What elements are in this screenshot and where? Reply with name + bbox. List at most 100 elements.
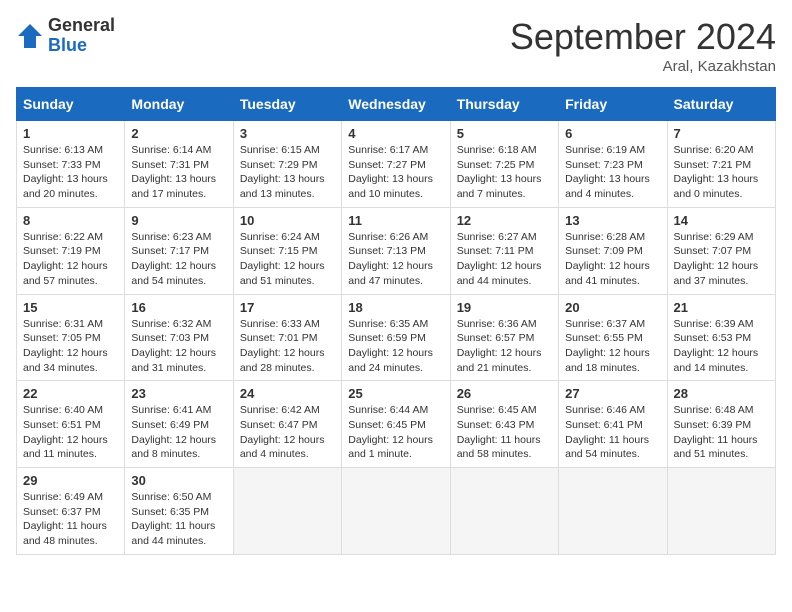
col-wednesday: Wednesday [342,88,450,121]
day-number: 14 [674,213,769,228]
day-number: 17 [240,300,335,315]
day-detail: Sunrise: 6:40 AM Sunset: 6:51 PM Dayligh… [23,403,118,462]
day-number: 11 [348,213,443,228]
table-row: 24 Sunrise: 6:42 AM Sunset: 6:47 PM Dayl… [233,381,341,468]
day-detail: Sunrise: 6:24 AM Sunset: 7:15 PM Dayligh… [240,230,335,289]
table-row: 17 Sunrise: 6:33 AM Sunset: 7:01 PM Dayl… [233,294,341,381]
day-detail: Sunrise: 6:37 AM Sunset: 6:55 PM Dayligh… [565,317,660,376]
table-row: 7 Sunrise: 6:20 AM Sunset: 7:21 PM Dayli… [667,121,775,208]
day-number: 6 [565,126,660,141]
table-row [559,468,667,555]
col-saturday: Saturday [667,88,775,121]
calendar-week-row: 1 Sunrise: 6:13 AM Sunset: 7:33 PM Dayli… [17,121,776,208]
day-number: 20 [565,300,660,315]
day-detail: Sunrise: 6:50 AM Sunset: 6:35 PM Dayligh… [131,490,226,549]
table-row: 27 Sunrise: 6:46 AM Sunset: 6:41 PM Dayl… [559,381,667,468]
logo: General Blue [16,16,115,56]
day-detail: Sunrise: 6:19 AM Sunset: 7:23 PM Dayligh… [565,143,660,202]
day-detail: Sunrise: 6:17 AM Sunset: 7:27 PM Dayligh… [348,143,443,202]
table-row: 22 Sunrise: 6:40 AM Sunset: 6:51 PM Dayl… [17,381,125,468]
month-title: September 2024 [510,16,776,58]
day-number: 27 [565,386,660,401]
calendar-week-row: 22 Sunrise: 6:40 AM Sunset: 6:51 PM Dayl… [17,381,776,468]
day-detail: Sunrise: 6:13 AM Sunset: 7:33 PM Dayligh… [23,143,118,202]
logo-general-text: General [48,15,115,35]
table-row: 4 Sunrise: 6:17 AM Sunset: 7:27 PM Dayli… [342,121,450,208]
col-friday: Friday [559,88,667,121]
table-row: 9 Sunrise: 6:23 AM Sunset: 7:17 PM Dayli… [125,207,233,294]
location-text: Aral, Kazakhstan [510,58,776,75]
day-detail: Sunrise: 6:45 AM Sunset: 6:43 PM Dayligh… [457,403,552,462]
calendar-week-row: 8 Sunrise: 6:22 AM Sunset: 7:19 PM Dayli… [17,207,776,294]
title-block: September 2024 Aral, Kazakhstan [510,16,776,75]
table-row: 20 Sunrise: 6:37 AM Sunset: 6:55 PM Dayl… [559,294,667,381]
day-number: 24 [240,386,335,401]
table-row [233,468,341,555]
day-detail: Sunrise: 6:33 AM Sunset: 7:01 PM Dayligh… [240,317,335,376]
day-detail: Sunrise: 6:26 AM Sunset: 7:13 PM Dayligh… [348,230,443,289]
day-number: 7 [674,126,769,141]
day-detail: Sunrise: 6:32 AM Sunset: 7:03 PM Dayligh… [131,317,226,376]
table-row: 29 Sunrise: 6:49 AM Sunset: 6:37 PM Dayl… [17,468,125,555]
day-number: 30 [131,473,226,488]
day-detail: Sunrise: 6:27 AM Sunset: 7:11 PM Dayligh… [457,230,552,289]
table-row: 1 Sunrise: 6:13 AM Sunset: 7:33 PM Dayli… [17,121,125,208]
table-row: 11 Sunrise: 6:26 AM Sunset: 7:13 PM Dayl… [342,207,450,294]
day-number: 15 [23,300,118,315]
day-detail: Sunrise: 6:49 AM Sunset: 6:37 PM Dayligh… [23,490,118,549]
table-row: 18 Sunrise: 6:35 AM Sunset: 6:59 PM Dayl… [342,294,450,381]
page-header: General Blue September 2024 Aral, Kazakh… [16,16,776,75]
day-detail: Sunrise: 6:23 AM Sunset: 7:17 PM Dayligh… [131,230,226,289]
day-number: 8 [23,213,118,228]
logo-blue-text: Blue [48,35,87,55]
day-number: 23 [131,386,226,401]
table-row: 8 Sunrise: 6:22 AM Sunset: 7:19 PM Dayli… [17,207,125,294]
table-row [667,468,775,555]
day-detail: Sunrise: 6:44 AM Sunset: 6:45 PM Dayligh… [348,403,443,462]
day-number: 29 [23,473,118,488]
day-number: 4 [348,126,443,141]
table-row: 30 Sunrise: 6:50 AM Sunset: 6:35 PM Dayl… [125,468,233,555]
col-monday: Monday [125,88,233,121]
day-detail: Sunrise: 6:20 AM Sunset: 7:21 PM Dayligh… [674,143,769,202]
day-detail: Sunrise: 6:39 AM Sunset: 6:53 PM Dayligh… [674,317,769,376]
day-number: 10 [240,213,335,228]
table-row: 5 Sunrise: 6:18 AM Sunset: 7:25 PM Dayli… [450,121,558,208]
table-row [450,468,558,555]
day-number: 12 [457,213,552,228]
day-number: 19 [457,300,552,315]
table-row: 26 Sunrise: 6:45 AM Sunset: 6:43 PM Dayl… [450,381,558,468]
day-detail: Sunrise: 6:35 AM Sunset: 6:59 PM Dayligh… [348,317,443,376]
day-detail: Sunrise: 6:36 AM Sunset: 6:57 PM Dayligh… [457,317,552,376]
day-number: 13 [565,213,660,228]
day-number: 1 [23,126,118,141]
day-number: 28 [674,386,769,401]
day-number: 16 [131,300,226,315]
col-thursday: Thursday [450,88,558,121]
day-number: 18 [348,300,443,315]
day-number: 5 [457,126,552,141]
day-detail: Sunrise: 6:29 AM Sunset: 7:07 PM Dayligh… [674,230,769,289]
day-detail: Sunrise: 6:41 AM Sunset: 6:49 PM Dayligh… [131,403,226,462]
logo-text: General Blue [48,16,115,56]
col-sunday: Sunday [17,88,125,121]
day-detail: Sunrise: 6:48 AM Sunset: 6:39 PM Dayligh… [674,403,769,462]
table-row: 25 Sunrise: 6:44 AM Sunset: 6:45 PM Dayl… [342,381,450,468]
table-row [342,468,450,555]
day-number: 22 [23,386,118,401]
table-row: 10 Sunrise: 6:24 AM Sunset: 7:15 PM Dayl… [233,207,341,294]
table-row: 19 Sunrise: 6:36 AM Sunset: 6:57 PM Dayl… [450,294,558,381]
day-number: 2 [131,126,226,141]
calendar-week-row: 29 Sunrise: 6:49 AM Sunset: 6:37 PM Dayl… [17,468,776,555]
table-row: 13 Sunrise: 6:28 AM Sunset: 7:09 PM Dayl… [559,207,667,294]
table-row: 12 Sunrise: 6:27 AM Sunset: 7:11 PM Dayl… [450,207,558,294]
day-detail: Sunrise: 6:18 AM Sunset: 7:25 PM Dayligh… [457,143,552,202]
day-detail: Sunrise: 6:15 AM Sunset: 7:29 PM Dayligh… [240,143,335,202]
table-row: 15 Sunrise: 6:31 AM Sunset: 7:05 PM Dayl… [17,294,125,381]
day-detail: Sunrise: 6:42 AM Sunset: 6:47 PM Dayligh… [240,403,335,462]
table-row: 28 Sunrise: 6:48 AM Sunset: 6:39 PM Dayl… [667,381,775,468]
day-detail: Sunrise: 6:46 AM Sunset: 6:41 PM Dayligh… [565,403,660,462]
calendar-header-row: Sunday Monday Tuesday Wednesday Thursday… [17,88,776,121]
day-number: 3 [240,126,335,141]
table-row: 3 Sunrise: 6:15 AM Sunset: 7:29 PM Dayli… [233,121,341,208]
